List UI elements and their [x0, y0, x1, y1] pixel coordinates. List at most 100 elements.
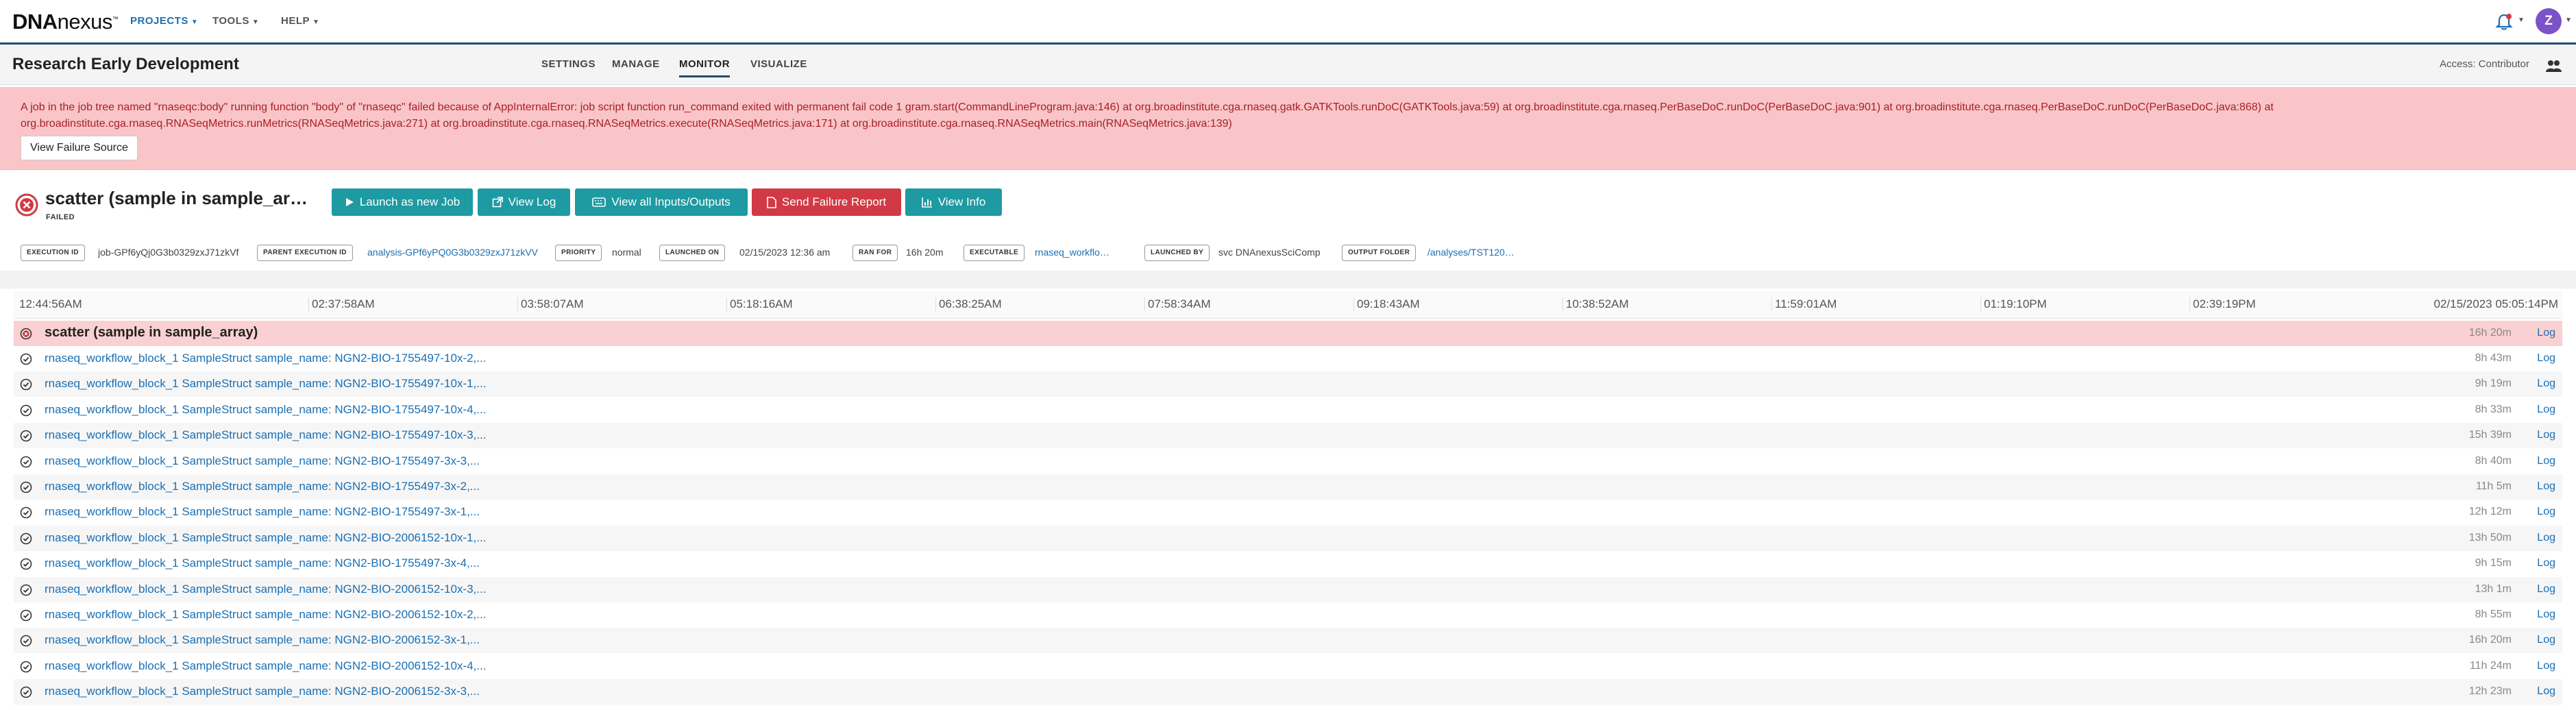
done-status-icon [20, 584, 32, 596]
view-failure-source-button[interactable]: View Failure Source [21, 136, 138, 160]
nav-menu-help[interactable]: HELP ▼ [281, 15, 319, 27]
project-title[interactable]: Research Early Development [12, 55, 239, 74]
row-duration: 8h 33m [2475, 403, 2512, 415]
nav-menu-projects[interactable]: PROJECTS ▼ [130, 15, 198, 27]
view-info-button[interactable]: View Info [905, 188, 1002, 216]
table-row[interactable]: rnaseq_workflow_block_1 SampleStruct sam… [14, 602, 2562, 628]
log-link[interactable]: Log [2537, 404, 2555, 416]
view-inputs-outputs-button[interactable]: View all Inputs/Outputs [575, 188, 748, 216]
log-link[interactable]: Log [2537, 660, 2555, 672]
chevron-down-icon[interactable]: ▼ [2565, 16, 2572, 24]
tab-settings[interactable]: SETTINGS [541, 58, 596, 70]
log-link[interactable]: Log [2537, 557, 2555, 570]
row-label-link[interactable]: rnaseq_workflow_block_1 SampleStruct sam… [45, 608, 486, 622]
user-avatar[interactable]: Z [2536, 8, 2562, 34]
done-status-icon [20, 661, 32, 673]
parent-execution-id-link[interactable]: analysis-GPf6yPQ0G3b0329zxJ71zkVV [367, 247, 538, 258]
row-label-link[interactable]: rnaseq_workflow_block_1 SampleStruct sam… [45, 633, 480, 647]
log-link[interactable]: Log [2537, 352, 2555, 365]
document-icon [767, 196, 776, 208]
tab-manage[interactable]: MANAGE [612, 58, 660, 70]
timeline-tick: 12:44:56AM [19, 297, 82, 310]
row-label-link[interactable]: rnaseq_workflow_block_1 SampleStruct sam… [45, 428, 486, 442]
section-divider [0, 271, 2576, 289]
nav-menu-projects-label: PROJECTS [130, 15, 188, 27]
timeline-tick: 02/15/2023 05:05:14PM [2433, 297, 2558, 310]
table-row[interactable]: rnaseq_workflow_block_1 SampleStruct sam… [14, 449, 2562, 474]
launch-as-new-job-button[interactable]: Launch as new Job [332, 188, 473, 216]
table-row-parent[interactable]: scatter (sample in sample_array) 16h 20m… [14, 321, 2562, 346]
bar-chart-icon [921, 197, 933, 208]
row-label-link[interactable]: rnaseq_workflow_block_1 SampleStruct sam… [45, 454, 480, 468]
table-row[interactable]: rnaseq_workflow_block_1 SampleStruct sam… [14, 474, 2562, 500]
table-row[interactable]: rnaseq_workflow_block_1 SampleStruct sam… [14, 423, 2562, 449]
row-label-link[interactable]: rnaseq_workflow_block_1 SampleStruct sam… [45, 685, 480, 698]
done-status-icon [20, 456, 32, 468]
job-name: scatter (sample in sample_ar… [45, 188, 308, 208]
log-link[interactable]: Log [2537, 532, 2555, 544]
row-duration: 8h 40m [2475, 454, 2512, 467]
timeline-tick: 11:59:01AM [1771, 297, 1837, 311]
timeline-axis: 12:44:56AM 02:37:58AM 03:58:07AM 05:18:1… [14, 291, 2562, 319]
row-label-link[interactable]: rnaseq_workflow_block_1 SampleStruct sam… [45, 659, 486, 673]
row-duration: 16h 20m [2468, 327, 2512, 339]
members-icon[interactable] [2544, 58, 2562, 74]
nav-menu-tools[interactable]: TOOLS ▼ [212, 15, 259, 27]
done-status-icon [20, 635, 32, 647]
done-status-icon [20, 430, 32, 442]
table-row[interactable]: rnaseq_workflow_block_1 SampleStruct sam… [14, 371, 2562, 397]
row-duration: 15h 39m [2468, 429, 2512, 441]
row-duration: 11h 5m [2475, 480, 2512, 492]
log-link[interactable]: Log [2537, 609, 2555, 621]
log-link[interactable]: Log [2537, 685, 2555, 698]
row-label-link[interactable]: rnaseq_workflow_block_1 SampleStruct sam… [45, 531, 486, 545]
tab-visualize[interactable]: VISUALIZE [750, 58, 807, 70]
row-label-link[interactable]: rnaseq_workflow_block_1 SampleStruct sam… [45, 556, 480, 570]
row-duration: 11h 24m [2469, 659, 2512, 672]
row-label-link[interactable]: rnaseq_workflow_block_1 SampleStruct sam… [45, 352, 486, 365]
table-row[interactable]: rnaseq_workflow_block_1 SampleStruct sam… [14, 628, 2562, 654]
row-label-link[interactable]: rnaseq_workflow_block_1 SampleStruct sam… [45, 377, 486, 391]
log-link[interactable]: Log [2537, 480, 2555, 493]
chevron-down-icon: ▼ [191, 19, 199, 26]
table-row[interactable]: rnaseq_workflow_block_1 SampleStruct sam… [14, 551, 2562, 576]
chevron-down-icon[interactable]: ▼ [2518, 16, 2525, 24]
table-row[interactable]: rnaseq_workflow_block_1 SampleStruct sam… [14, 525, 2562, 551]
row-label-link[interactable]: rnaseq_workflow_block_1 SampleStruct sam… [45, 480, 480, 493]
notification-bell-icon[interactable] [2494, 12, 2514, 32]
table-row[interactable]: rnaseq_workflow_block_1 SampleStruct sam… [14, 346, 2562, 371]
table-row[interactable]: rnaseq_workflow_block_1 SampleStruct sam… [14, 576, 2562, 602]
view-log-button[interactable]: View Log [478, 188, 570, 216]
dnanexus-logo[interactable]: DNAnexus™ [12, 10, 119, 34]
log-link[interactable]: Log [2537, 327, 2555, 339]
priority-value: normal [612, 247, 641, 258]
table-row[interactable]: rnaseq_workflow_block_1 SampleStruct sam… [14, 500, 2562, 525]
keyboard-icon [592, 197, 606, 207]
log-link[interactable]: Log [2537, 455, 2555, 467]
executable-link[interactable]: rnaseq_workflo… [1035, 247, 1109, 258]
timeline-tick: 05:18:16AM [726, 297, 793, 311]
done-status-icon [20, 686, 32, 698]
send-failure-report-button[interactable]: Send Failure Report [752, 188, 901, 216]
output-folder-link[interactable]: /analyses/TST120… [1427, 247, 1514, 258]
table-row[interactable]: rnaseq_workflow_block_1 SampleStruct sam… [14, 397, 2562, 423]
log-link[interactable]: Log [2537, 378, 2555, 390]
nav-menu-tools-label: TOOLS [212, 15, 249, 27]
table-row[interactable]: rnaseq_workflow_block_1 SampleStruct sam… [14, 679, 2562, 705]
top-navbar: DNAnexus™ PROJECTS ▼ TOOLS ▼ HELP ▼ ▼ Z ▼ [0, 0, 2576, 45]
failed-status-icon [15, 193, 38, 217]
row-label-link[interactable]: rnaseq_workflow_block_1 SampleStruct sam… [45, 403, 486, 417]
table-row[interactable]: rnaseq_workflow_block_1 SampleStruct sam… [14, 654, 2562, 679]
log-link[interactable]: Log [2537, 506, 2555, 518]
launched-on-value: 02/15/2023 12:36 am [739, 247, 831, 258]
tab-monitor[interactable]: MONITOR [679, 58, 731, 77]
access-level: Access: Contributor [2440, 58, 2529, 70]
row-label-link[interactable]: rnaseq_workflow_block_1 SampleStruct sam… [45, 505, 480, 519]
log-link[interactable]: Log [2537, 429, 2555, 441]
launched-on-badge: LAUNCHED ON [659, 245, 726, 261]
chevron-down-icon: ▼ [252, 19, 260, 26]
log-link[interactable]: Log [2537, 583, 2555, 596]
row-label-link[interactable]: rnaseq_workflow_block_1 SampleStruct sam… [45, 583, 486, 596]
log-link[interactable]: Log [2537, 634, 2555, 646]
row-duration: 12h 23m [2468, 685, 2512, 698]
